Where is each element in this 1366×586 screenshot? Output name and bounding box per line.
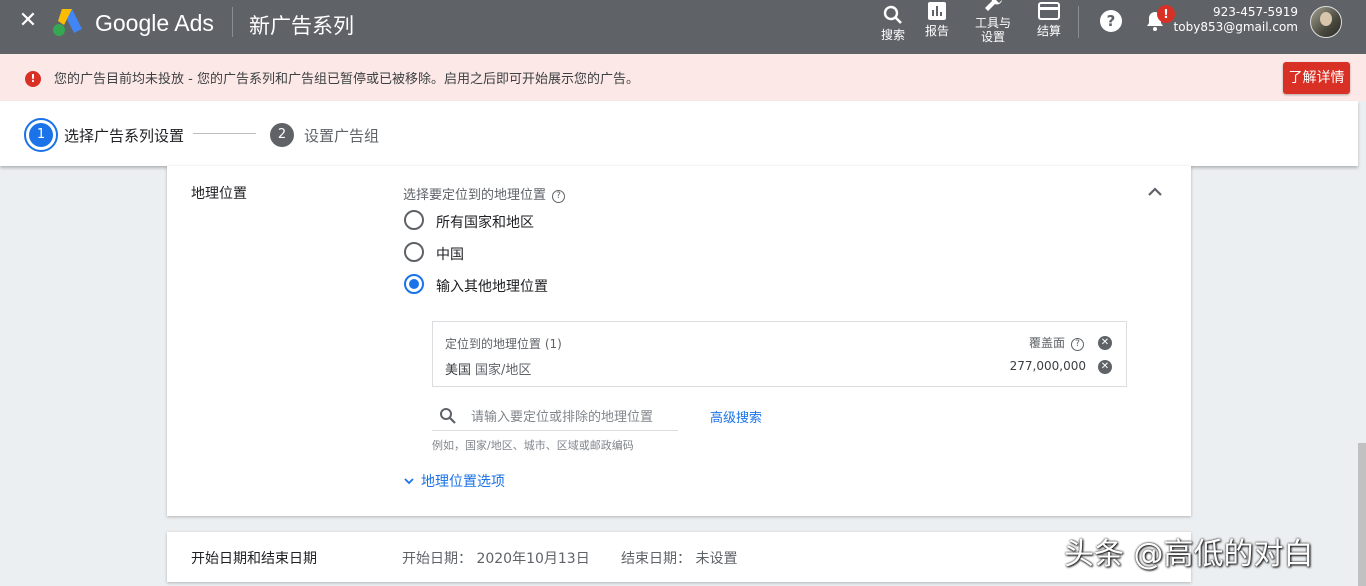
scrollbar-thumb[interactable]	[1358, 443, 1366, 586]
coverage-header: 覆盖面?	[1029, 334, 1084, 351]
remove-target-icon[interactable]: ✕	[1098, 360, 1112, 374]
location-prompt-text: 选择要定位到的地理位置	[403, 188, 547, 203]
brand-name: Google Ads	[95, 10, 214, 36]
page-title: 新广告系列	[249, 14, 354, 38]
step-1-label[interactable]: 选择广告系列设置	[64, 125, 184, 146]
search-icon	[440, 408, 456, 424]
reports-tool-label: 报告	[924, 24, 949, 38]
dates-section[interactable]: 开始日期和结束日期 开始日期： 2020年10月13日 结束日期： 未设置	[167, 532, 1191, 582]
close-icon[interactable]: ✕	[16, 9, 40, 33]
account-phone: 923-457-5919	[1212, 5, 1298, 19]
dates-title: 开始日期和结束日期	[191, 551, 317, 567]
toolbar-divider	[1078, 6, 1079, 38]
radio-label-other-location[interactable]: 输入其他地理位置	[436, 276, 548, 296]
stepper-connector	[193, 133, 256, 134]
search-tool-label: 搜索	[880, 28, 905, 42]
account-info[interactable]: 923-457-5919 toby853@gmail.com	[1174, 5, 1298, 35]
tools-settings-button[interactable]: 工具与 设置	[970, 0, 1016, 54]
google-ads-logo	[53, 9, 82, 36]
search-underline	[432, 430, 678, 431]
search-tool-button[interactable]: 搜索	[878, 0, 908, 54]
radio-label-all-countries[interactable]: 所有国家和地区	[436, 212, 534, 232]
radio-china[interactable]	[404, 242, 424, 262]
collapse-chevron-up-icon[interactable]	[1145, 182, 1165, 202]
targeted-locations-box: 定位到的地理位置 (1) 覆盖面? ✕ 美国 国家/地区 277,000,000 …	[432, 321, 1127, 387]
reports-icon	[928, 2, 946, 20]
location-prompt: 选择要定位到的地理位置?	[403, 184, 566, 203]
target-type: 国家/地区	[475, 363, 532, 378]
billing-tool-button[interactable]: 结算	[1034, 0, 1064, 54]
tools-settings-label-2: 设置	[980, 30, 1005, 44]
advanced-search-link[interactable]: 高级搜索	[710, 407, 762, 426]
watermark-text: 头条 @高低的对白	[1064, 537, 1314, 572]
error-icon: !	[25, 71, 41, 87]
chevron-down-icon	[404, 478, 414, 485]
location-options-label: 地理位置选项	[421, 474, 505, 490]
location-section: 地理位置 选择要定位到的地理位置? 所有国家和地区 中国 输入其他地理位置 定位…	[167, 166, 1191, 516]
billing-tool-label: 结算	[1036, 24, 1061, 38]
end-date: 结束日期： 未设置	[621, 551, 738, 567]
target-row-us: 美国 国家/地区	[445, 359, 531, 378]
remove-all-icon[interactable]: ✕	[1098, 336, 1112, 350]
header-divider	[232, 7, 233, 37]
help-circle-icon[interactable]: ?	[1071, 338, 1084, 351]
help-icon[interactable]: ?	[1100, 10, 1122, 32]
search-hint: 例如，国家/地区、城市、区域或邮政编码	[432, 439, 634, 452]
targeted-locations-header: 定位到的地理位置 (1)	[445, 337, 562, 351]
start-date: 开始日期： 2020年10月13日	[402, 551, 590, 567]
radio-all-countries[interactable]	[404, 210, 424, 230]
step-2-label[interactable]: 设置广告组	[304, 125, 379, 146]
credit-card-icon	[1038, 2, 1060, 20]
notification-badge: !	[1157, 5, 1175, 23]
step-1-number[interactable]: 1	[29, 123, 53, 147]
avatar[interactable]	[1310, 6, 1342, 38]
location-options-toggle[interactable]: 地理位置选项	[403, 471, 505, 491]
reports-tool-button[interactable]: 报告	[922, 0, 952, 54]
location-search-input[interactable]	[471, 406, 676, 428]
target-reach: 277,000,000	[1009, 359, 1086, 373]
radio-other-location[interactable]	[404, 274, 424, 294]
wrench-icon	[985, 0, 1002, 11]
account-email: toby853@gmail.com	[1173, 20, 1298, 34]
step-2-number[interactable]: 2	[270, 123, 294, 147]
radio-label-china[interactable]: 中国	[436, 244, 464, 264]
target-name: 美国	[445, 363, 472, 378]
learn-more-button[interactable]: 了解详情	[1283, 62, 1350, 94]
top-app-bar: ✕ Google Ads 新广告系列 搜索 报告 工具与 设置 结算 ? ! 9…	[0, 0, 1366, 54]
tools-settings-label-1: 工具与	[974, 16, 1011, 30]
coverage-label: 覆盖面	[1028, 336, 1065, 350]
help-circle-icon[interactable]: ?	[552, 190, 566, 203]
section-title: 地理位置	[191, 186, 247, 202]
alert-banner: ! 您的广告目前均未投放 - 您的广告系列和广告组已暂停或已被移除。启用之后即可…	[0, 54, 1366, 101]
alert-message: 您的广告目前均未投放 - 您的广告系列和广告组已暂停或已被移除。启用之后即可开始…	[54, 72, 639, 87]
search-icon	[883, 5, 902, 24]
